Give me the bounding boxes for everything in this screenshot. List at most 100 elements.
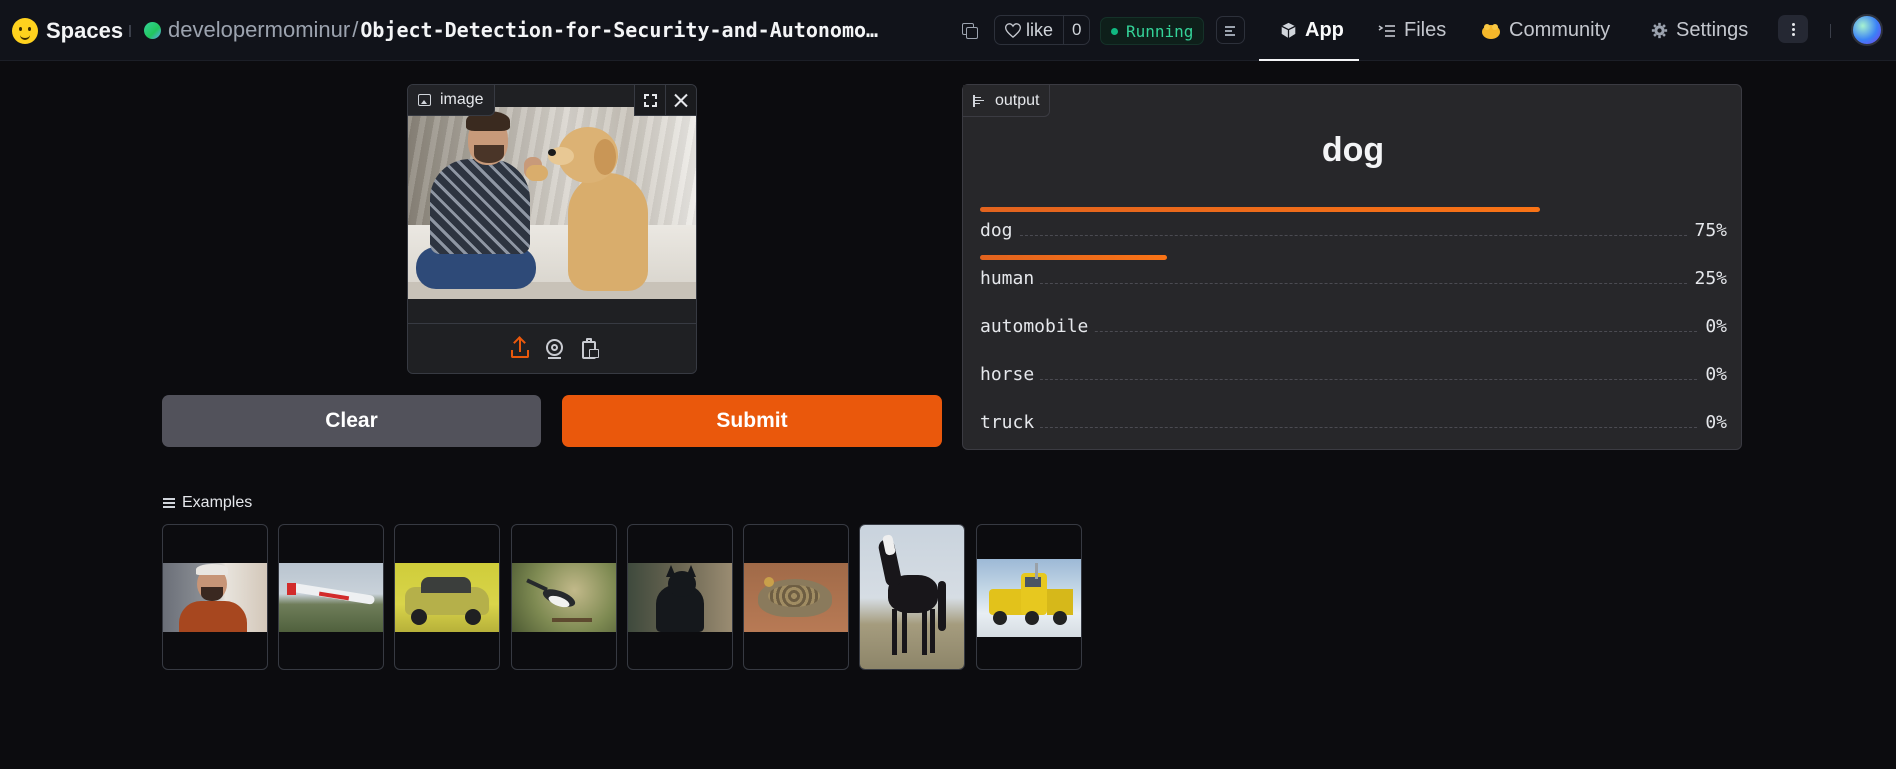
logs-button[interactable]	[1216, 16, 1245, 44]
tab-settings[interactable]: Settings	[1651, 0, 1748, 61]
like-count: 0	[1063, 16, 1089, 44]
logs-icon-line	[1225, 30, 1232, 32]
confidence-value: 25%	[1688, 268, 1727, 289]
tab-files-label: Files	[1404, 19, 1447, 41]
confidence-value: 75%	[1688, 220, 1727, 241]
confidence-label: truck	[980, 412, 1041, 433]
confidence-leader-line	[980, 283, 1727, 284]
confidence-leader-line	[980, 379, 1727, 380]
image-label-text: image	[440, 91, 484, 108]
example-item-cat[interactable]	[627, 524, 733, 670]
logs-icon	[1225, 26, 1235, 28]
tab-app[interactable]: App	[1280, 0, 1344, 61]
confidence-row-truck: truck 0%	[980, 399, 1727, 439]
image-icon	[418, 94, 431, 106]
confidence-bar	[980, 255, 1167, 260]
example-item-airplane[interactable]	[278, 524, 384, 670]
top-header: Spaces developermominur/Object-Detection…	[0, 0, 1896, 61]
more-vertical-icon	[1792, 23, 1795, 26]
image-input-block: image	[407, 84, 697, 374]
confidence-leader-line	[980, 427, 1727, 428]
tab-community-label: Community	[1509, 19, 1611, 41]
confidence-label: automobile	[980, 316, 1095, 337]
image-actions	[634, 85, 696, 116]
huggingface-logo-icon	[12, 18, 38, 44]
files-icon	[1378, 24, 1395, 37]
close-icon[interactable]	[665, 85, 696, 116]
copy-icon[interactable]	[960, 21, 978, 39]
user-avatar[interactable]	[1851, 14, 1883, 46]
example-thumb	[395, 563, 499, 632]
confidence-label: horse	[980, 364, 1041, 385]
confidence-bar	[980, 207, 1540, 212]
predicted-class: dog	[1321, 131, 1385, 169]
example-item-frog[interactable]	[743, 524, 849, 670]
fullscreen-button[interactable]	[634, 85, 665, 116]
tab-app-label: App	[1305, 19, 1344, 41]
header-divider	[1830, 24, 1831, 38]
owner-avatar	[144, 22, 161, 39]
like-button[interactable]: like 0	[994, 15, 1091, 45]
example-item-horse[interactable]	[859, 524, 965, 670]
clear-button[interactable]: Clear	[162, 395, 541, 447]
output-label-block: output dog dog 75% human 25% automobile 0% hor…	[962, 84, 1742, 450]
clipboard-icon[interactable]	[579, 338, 601, 360]
repo-separator: /	[352, 17, 359, 42]
source-selector	[408, 323, 696, 373]
example-thumb	[860, 525, 964, 669]
example-thumb	[163, 563, 267, 632]
more-dot	[1792, 28, 1795, 31]
confidence-value: 0%	[1699, 412, 1727, 433]
example-thumb	[977, 559, 1081, 637]
spaces-home-link[interactable]: Spaces	[12, 18, 123, 44]
status-text: Running	[1126, 21, 1194, 41]
output-label-text: output	[995, 91, 1040, 109]
more-dot	[1792, 33, 1795, 36]
confidence-value: 0%	[1699, 364, 1727, 385]
active-tab-indicator	[1259, 59, 1359, 61]
repo-name-link[interactable]: Object-Detection-for-Security-and-Autono…	[360, 18, 878, 42]
examples-header: Examples	[163, 494, 252, 512]
confidence-row-automobile: automobile 0%	[980, 303, 1727, 343]
more-options-button[interactable]	[1778, 15, 1808, 43]
confidence-value: 0%	[1699, 316, 1727, 337]
confidence-row-human: human 25%	[980, 255, 1727, 295]
upload-icon[interactable]	[509, 338, 531, 360]
confidence-row-dog: dog 75%	[980, 207, 1727, 247]
confidence-leader-line	[980, 235, 1727, 236]
list-icon	[163, 498, 175, 508]
examples-title: Examples	[182, 494, 253, 511]
bar-chart-icon	[973, 94, 985, 107]
repo-owner-link[interactable]: developermominur	[168, 17, 350, 42]
header-divider	[129, 25, 131, 37]
example-thumb	[744, 563, 848, 632]
tab-files[interactable]: Files	[1378, 0, 1446, 61]
fullscreen-icon	[644, 94, 657, 107]
example-item-car[interactable]	[394, 524, 500, 670]
heart-icon	[1005, 22, 1021, 38]
confidence-label: dog	[980, 220, 1019, 241]
image-input-label: image	[408, 85, 495, 116]
example-item-truck[interactable]	[976, 524, 1082, 670]
example-thumb	[279, 563, 383, 632]
cube-icon	[1281, 22, 1296, 39]
example-item-bird[interactable]	[511, 524, 617, 670]
example-thumb	[512, 563, 616, 632]
brand-name: Spaces	[46, 18, 124, 43]
uploaded-image	[408, 107, 696, 299]
output-label: output	[963, 85, 1051, 117]
logs-icon-line	[1225, 34, 1235, 36]
status-dot-icon	[1111, 27, 1118, 35]
example-item-person[interactable]	[162, 524, 268, 670]
webcam-icon[interactable]	[544, 338, 566, 360]
submit-button[interactable]: Submit	[562, 395, 942, 447]
example-thumb	[628, 563, 732, 632]
hands-icon	[1482, 23, 1500, 39]
confidence-label: human	[980, 268, 1041, 289]
status-badge[interactable]: Running	[1100, 17, 1205, 45]
tab-settings-label: Settings	[1676, 19, 1749, 41]
gear-icon	[1651, 22, 1668, 39]
tab-community[interactable]: Community	[1481, 0, 1610, 61]
repo-breadcrumb: developermominur/Object-Detection-for-Se…	[168, 17, 878, 43]
like-label: like	[1026, 19, 1054, 40]
